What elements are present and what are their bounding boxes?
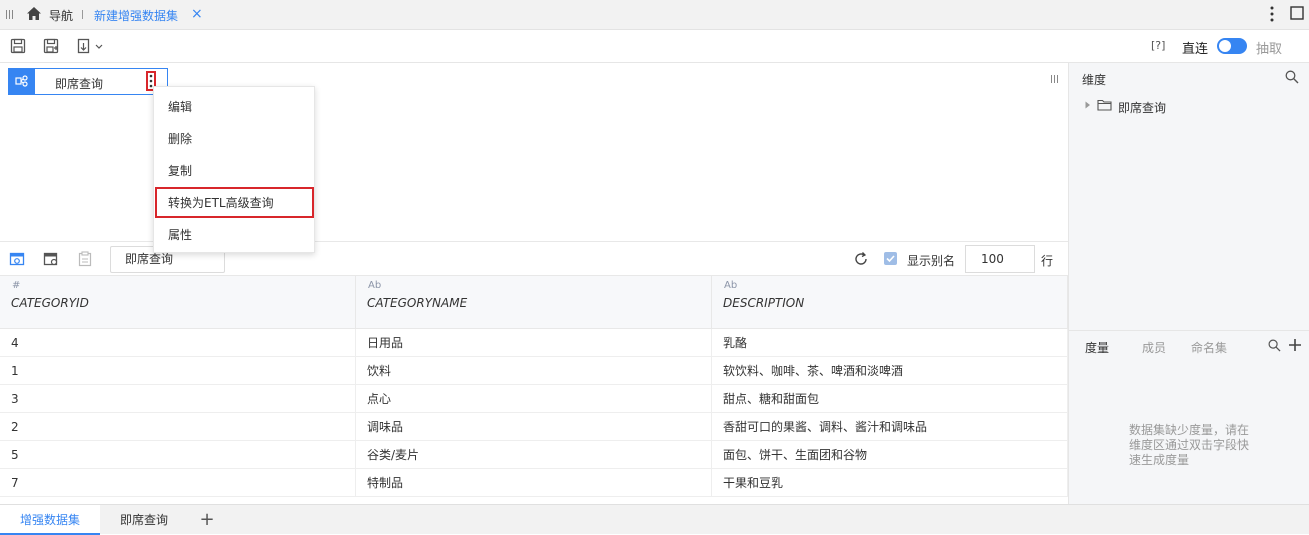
right-panel: 维度 即席查询 度量 成员 命名集 数据集缺少度量，请在维度区通过双击字段快速生… bbox=[1068, 63, 1309, 504]
bottom-tab-bar: 增强数据集 即席查询 + bbox=[0, 504, 1309, 535]
table-cell: 调味品 bbox=[356, 413, 712, 441]
query-node[interactable]: 即席查询 bbox=[8, 68, 168, 95]
table-cell: 点心 bbox=[356, 385, 712, 413]
menu-item-delete[interactable]: 删除 bbox=[154, 123, 314, 155]
help-link[interactable]: [?] bbox=[1151, 39, 1165, 52]
toggle-knob bbox=[1219, 40, 1231, 52]
tab-named-sets[interactable]: 命名集 bbox=[1191, 339, 1227, 356]
extract-label: 抽取 bbox=[1256, 42, 1283, 57]
table-cell: 3 bbox=[0, 385, 356, 413]
row-unit-label: 行 bbox=[1041, 254, 1054, 268]
more-vertical-icon[interactable] bbox=[1270, 6, 1274, 22]
expand-arrow-icon[interactable] bbox=[1085, 101, 1091, 109]
search-icon[interactable] bbox=[1268, 339, 1281, 352]
table-row: 7 特制品 干果和豆乳 bbox=[0, 469, 1068, 497]
table-row: 1 饮料 软饮料、咖啡、茶、啤酒和淡啤酒 bbox=[0, 357, 1068, 385]
table-row: 2 调味品 香甜可口的果酱、调料、酱汁和调味品 bbox=[0, 413, 1068, 441]
panel-resize-handle-icon[interactable] bbox=[1051, 75, 1058, 83]
menu-item-copy[interactable]: 复制 bbox=[154, 155, 314, 187]
node-context-menu: 编辑 删除 复制 转换为ETL高级查询 属性 bbox=[153, 86, 315, 253]
show-alias-label: 显示别名 bbox=[907, 254, 956, 268]
table-row: 4 日用品 乳酪 bbox=[0, 329, 1068, 357]
search-icon[interactable] bbox=[1285, 70, 1299, 84]
table-cell: 干果和豆乳 bbox=[712, 469, 1068, 497]
table-cell: 5 bbox=[0, 441, 356, 469]
dimension-panel: 维度 即席查询 bbox=[1069, 63, 1309, 330]
table-row: 5 谷类/麦片 面包、饼干、生面团和谷物 bbox=[0, 441, 1068, 469]
measure-panel: 度量 成员 命名集 数据集缺少度量，请在维度区通过双击字段快速生成度量 bbox=[1069, 330, 1309, 504]
add-icon[interactable] bbox=[1288, 338, 1302, 352]
save-as-icon[interactable] bbox=[43, 38, 59, 54]
column-header-label: CATEGORYID bbox=[11, 296, 89, 310]
export-dropdown-icon[interactable] bbox=[77, 38, 105, 54]
empty-measure-message: 数据集缺少度量，请在维度区通过双击字段快速生成度量 bbox=[1129, 423, 1250, 467]
text-type-icon: Ab bbox=[368, 280, 382, 291]
table-cell: 香甜可口的果酱、调料、酱汁和调味品 bbox=[712, 413, 1068, 441]
column-header-categoryid[interactable]: # CATEGORYID bbox=[0, 276, 356, 329]
clipboard-icon bbox=[78, 251, 92, 267]
tab-new-enhanced-dataset[interactable]: 新建增强数据集 bbox=[94, 7, 178, 24]
add-tab-button[interactable]: + bbox=[196, 505, 218, 535]
tab-enhanced-dataset[interactable]: 增强数据集 bbox=[0, 505, 100, 535]
collapse-handle-icon[interactable] bbox=[6, 10, 13, 19]
tab-members[interactable]: 成员 bbox=[1142, 339, 1166, 356]
row-count-input[interactable]: 100 bbox=[965, 245, 1035, 273]
table-row: 3 点心 甜点、糖和甜面包 bbox=[0, 385, 1068, 413]
refresh-icon[interactable] bbox=[853, 251, 869, 267]
table-cell: 1 bbox=[0, 357, 356, 385]
highlight-box bbox=[155, 187, 314, 218]
show-alias-checkbox[interactable] bbox=[884, 252, 897, 265]
dimension-title: 维度 bbox=[1082, 73, 1107, 87]
table-cell: 软饮料、咖啡、茶、啤酒和淡啤酒 bbox=[712, 357, 1068, 385]
maximize-icon[interactable] bbox=[1290, 6, 1304, 20]
tree-item-label[interactable]: 即席查询 bbox=[1118, 99, 1166, 116]
table-cell: 4 bbox=[0, 329, 356, 357]
column-header-label: DESCRIPTION bbox=[723, 296, 805, 310]
table-cell: 日用品 bbox=[356, 329, 712, 357]
number-type-icon: # bbox=[12, 280, 21, 291]
direct-extract-toggle[interactable] bbox=[1217, 38, 1247, 54]
save-icon[interactable] bbox=[10, 38, 26, 54]
table-cell: 甜点、糖和甜面包 bbox=[712, 385, 1068, 413]
nav-label[interactable]: 导航 bbox=[49, 7, 73, 24]
table-cell: 谷类/麦片 bbox=[356, 441, 712, 469]
query-node-icon bbox=[9, 69, 35, 94]
table-cell: 乳酪 bbox=[712, 329, 1068, 357]
data-preview-icon[interactable] bbox=[9, 251, 25, 267]
table-cell: 面包、饼干、生面团和谷物 bbox=[712, 441, 1068, 469]
direct-connect-label: 直连 bbox=[1182, 42, 1209, 57]
tab-close-icon[interactable]: × bbox=[191, 6, 203, 22]
folder-icon bbox=[1097, 99, 1112, 111]
text-type-icon: Ab bbox=[724, 280, 738, 291]
query-node-label: 即席查询 bbox=[55, 77, 104, 91]
sql-preview-icon[interactable] bbox=[43, 251, 59, 267]
table-cell: 7 bbox=[0, 469, 356, 497]
column-header-label: CATEGORYNAME bbox=[367, 296, 468, 310]
preview-table: # CATEGORYID Ab CATEGORYNAME Ab DESCRIPT… bbox=[0, 276, 1068, 504]
top-tab-bar: 导航 新建增强数据集 × bbox=[0, 0, 1309, 30]
table-cell: 饮料 bbox=[356, 357, 712, 385]
menu-item-properties[interactable]: 属性 bbox=[154, 219, 314, 251]
table-cell: 2 bbox=[0, 413, 356, 441]
column-header-description[interactable]: Ab DESCRIPTION bbox=[712, 276, 1068, 329]
tab-measure[interactable]: 度量 bbox=[1085, 339, 1109, 356]
table-cell: 特制品 bbox=[356, 469, 712, 497]
tab-divider bbox=[82, 10, 83, 19]
main-toolbar: [?] 直连 抽取 bbox=[0, 30, 1309, 63]
menu-item-edit[interactable]: 编辑 bbox=[154, 91, 314, 123]
tab-adhoc-query[interactable]: 即席查询 bbox=[100, 505, 188, 535]
column-header-categoryname[interactable]: Ab CATEGORYNAME bbox=[356, 276, 712, 329]
measure-tabs: 度量 成员 命名集 bbox=[1069, 331, 1309, 360]
home-icon[interactable] bbox=[26, 6, 42, 21]
